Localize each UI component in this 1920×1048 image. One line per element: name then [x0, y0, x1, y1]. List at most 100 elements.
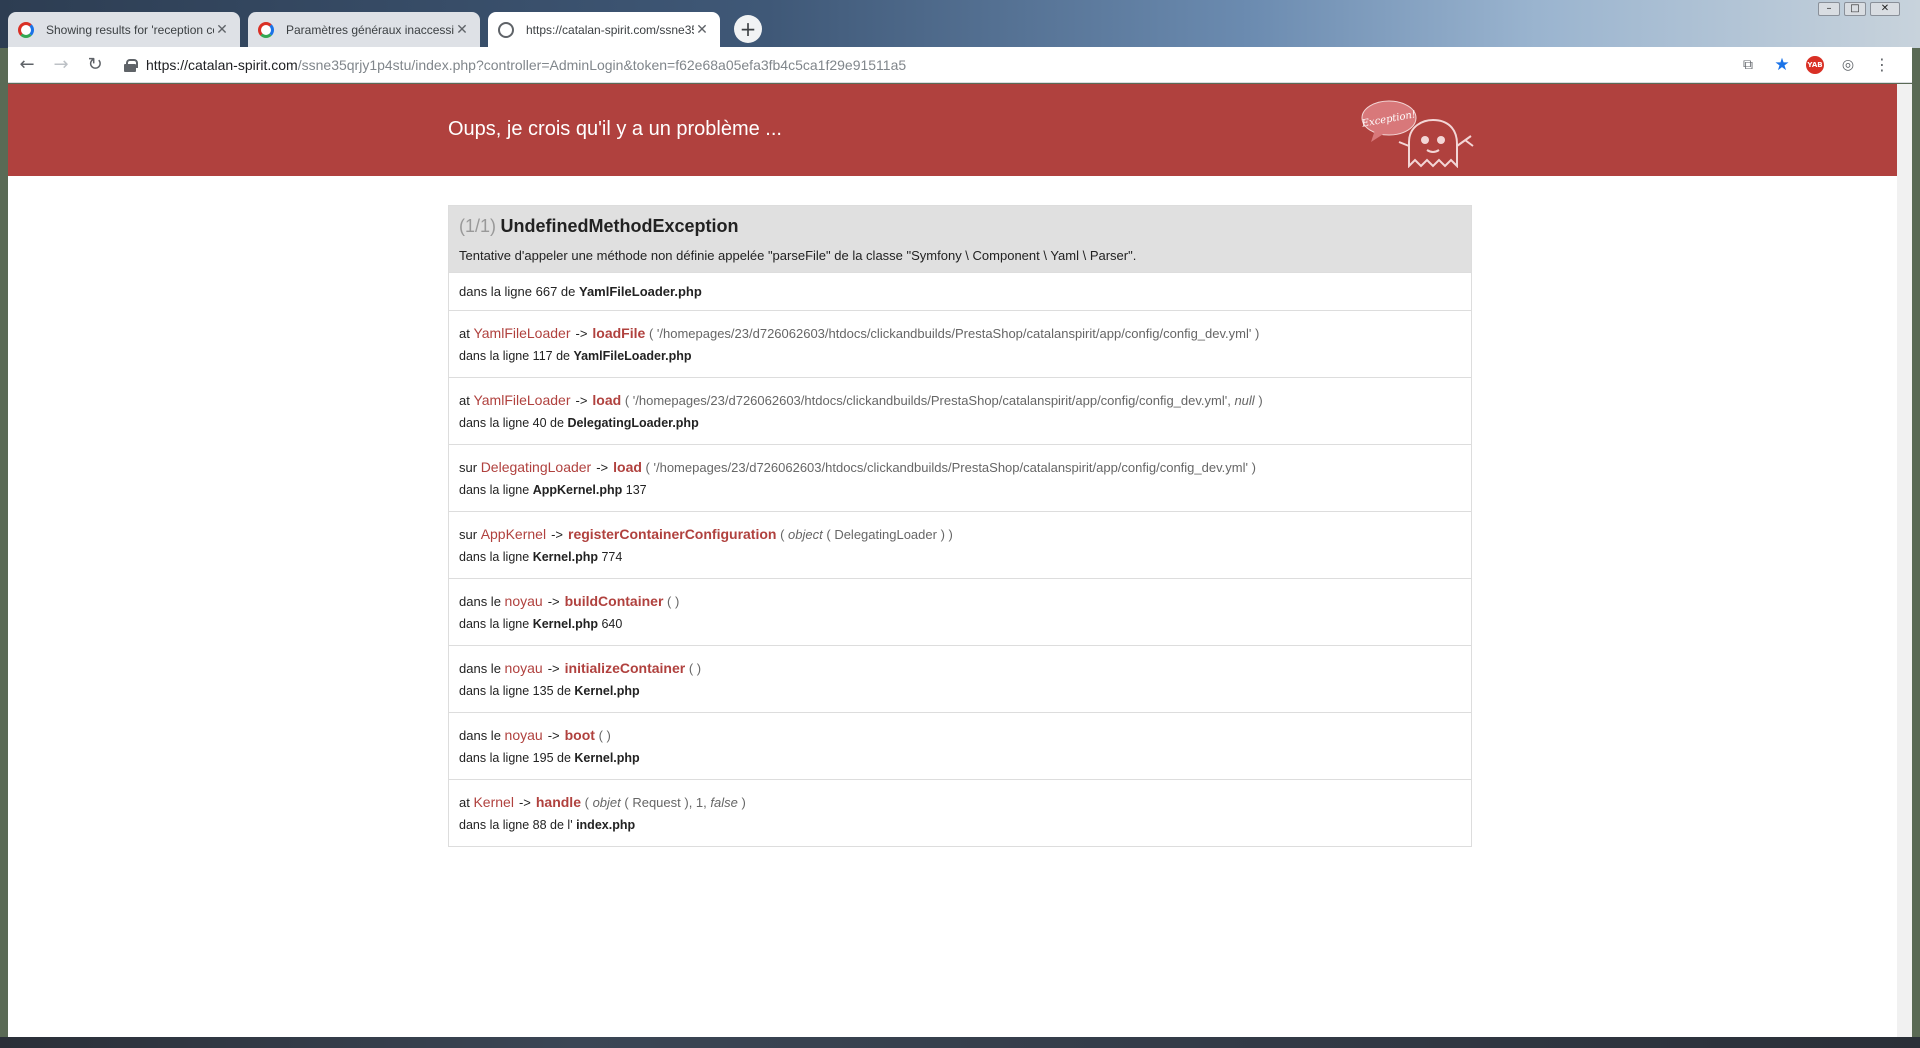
trace-line-text: dans la ligne	[459, 550, 530, 564]
tab-title: https://catalan-spirit.com/ssne35	[526, 22, 694, 37]
trace-file: DelegatingLoader.php	[567, 416, 699, 430]
trace-args-keyword: null	[1234, 393, 1255, 408]
trace-function: load	[592, 392, 622, 408]
trace-line-text: dans la ligne 195 de	[459, 751, 571, 765]
trace-arrow: ->	[547, 661, 560, 676]
trace-args: ( object ( DelegatingLoader ) )	[780, 527, 953, 542]
trace-class[interactable]: noyau	[505, 593, 543, 609]
trace-prefix: dans le	[459, 728, 501, 743]
trace-args-text: '/homepages/23/d726062603/htdocs/clickan…	[632, 393, 1231, 408]
trace-args-text: '/homepages/23/d726062603/htdocs/clickan…	[653, 460, 1248, 475]
trace-args-detail: ( Request ), 1,	[624, 795, 707, 810]
tab-close-icon[interactable]: ✕	[694, 22, 710, 38]
trace-line-text: dans la ligne 40 de	[459, 416, 564, 430]
trace-args: ( '/homepages/23/d726062603/htdocs/click…	[624, 393, 1263, 408]
trace-file: YamlFileLoader.php	[573, 349, 692, 363]
tab-1[interactable]: Paramètres généraux inaccessibl ✕	[248, 12, 480, 47]
tab-title: Paramètres généraux inaccessibl	[286, 22, 454, 37]
reload-icon[interactable]: ↻	[80, 50, 110, 80]
exception-message: Tentative d'appeler une méthode non défi…	[459, 248, 1137, 263]
trace-line-text: dans la ligne 88 de l'	[459, 818, 573, 832]
trace-arrow: ->	[596, 460, 609, 475]
trace-file: Kernel.php	[574, 684, 640, 698]
trace-line-number: 137	[625, 483, 647, 497]
tab-0[interactable]: Showing results for 'reception co ✕	[8, 12, 240, 47]
trace-args-type: objet	[592, 795, 621, 810]
trace-line-text: dans la ligne 135 de	[459, 684, 571, 698]
trace-file: Kernel.php	[532, 550, 598, 564]
tab-close-icon[interactable]: ✕	[214, 22, 230, 38]
trace-function: boot	[564, 727, 595, 743]
trace-args: ( )	[667, 594, 680, 609]
exception-panel: (1/1) UndefinedMethodException Tentative…	[448, 205, 1472, 847]
trace-line-text: dans la ligne	[459, 483, 530, 497]
trace-line-text: dans la ligne 667 de	[459, 284, 576, 299]
trace-args-keyword: false	[710, 795, 738, 810]
trace-arrow: ->	[551, 527, 563, 542]
profile-icon[interactable]: ◎	[1838, 55, 1858, 75]
trace-item: sur DelegatingLoader -> load ( '/homepages…	[449, 444, 1471, 511]
trace-class[interactable]: noyau	[505, 727, 543, 743]
globe-icon	[498, 21, 514, 38]
trace-item: at YamlFileLoader -> loadFile ( '/homepage…	[449, 310, 1471, 377]
trace-item: dans le noyau -> buildContainer ( ) dans la…	[449, 578, 1471, 645]
trace-function: registerContainerConfiguration	[568, 526, 777, 542]
new-tab-button[interactable]: +	[734, 15, 762, 43]
address-bar[interactable]: https://catalan-spirit.com/ssne35qrjy1p4…	[118, 51, 1738, 79]
trace-line-text: dans la ligne	[459, 617, 530, 631]
trace-args-detail: ( DelegatingLoader )	[826, 527, 945, 542]
trace-prefix: at	[459, 795, 470, 810]
trace-prefix: at	[459, 326, 470, 341]
exception-class: UndefinedMethodException	[500, 216, 739, 236]
trace-class[interactable]: AppKernel	[481, 526, 546, 542]
exception-header: (1/1) UndefinedMethodException Tentative…	[449, 206, 1471, 272]
trace-arrow: ->	[575, 393, 588, 408]
trace-class[interactable]: DelegatingLoader	[481, 459, 592, 475]
trace-class[interactable]: YamlFileLoader	[473, 325, 570, 341]
trace-function: load	[613, 459, 642, 475]
exception-counter: (1/1)	[459, 216, 497, 236]
forward-arrow-icon[interactable]: →	[46, 50, 76, 80]
stack-trace: dans la ligne 667 de YamlFileLoader.php …	[449, 272, 1471, 846]
trace-prefix: dans le	[459, 661, 501, 676]
toolbar-actions: ⧉ ★ YAB ◎ ⋮	[1738, 55, 1892, 75]
extension-icon[interactable]: YAB	[1806, 55, 1824, 74]
back-arrow-icon[interactable]: ←	[12, 50, 42, 80]
bookmark-star-icon[interactable]: ★	[1772, 55, 1792, 75]
trace-item: dans le noyau -> initializeContainer ( ) da…	[449, 645, 1471, 712]
tab-2[interactable]: https://catalan-spirit.com/ssne35 ✕	[488, 12, 720, 47]
page-viewport: Oups, je crois qu'il y a un problème ...…	[8, 84, 1912, 1037]
trace-args: ( '/homepages/23/d726062603/htdocs/click…	[645, 460, 1256, 475]
menu-dots-icon[interactable]: ⋮	[1872, 55, 1892, 75]
trace-line-number: 640	[601, 617, 623, 631]
trace-function: buildContainer	[564, 593, 664, 609]
trace-prefix: at	[459, 393, 470, 408]
trace-item: dans la ligne 667 de YamlFileLoader.php	[449, 272, 1471, 310]
trace-arrow: ->	[547, 594, 560, 609]
trace-item: at Kernel -> handle ( objet ( Request ), 1…	[449, 779, 1471, 846]
trace-line-text: dans la ligne 117 de	[459, 349, 570, 363]
trace-class[interactable]: Kernel	[473, 794, 513, 810]
trace-function: handle	[535, 794, 581, 810]
url-host: https://catalan-spirit.com	[146, 56, 298, 73]
translate-icon[interactable]: ⧉	[1738, 55, 1758, 75]
trace-file: AppKernel.php	[532, 483, 623, 497]
trace-file: Kernel.php	[574, 751, 640, 765]
page-scrollbar[interactable]	[1897, 84, 1912, 1037]
trace-class[interactable]: YamlFileLoader	[473, 392, 570, 408]
tab-favicon-icon	[18, 21, 34, 38]
trace-class[interactable]: noyau	[505, 660, 543, 676]
tab-favicon-icon	[258, 21, 274, 38]
banner-title: Oups, je crois qu'il y a un problème ...	[448, 118, 782, 140]
exception-ghost-logo: Exception!	[1361, 100, 1474, 168]
tab-close-icon[interactable]: ✕	[454, 22, 470, 38]
trace-function: loadFile	[592, 325, 646, 341]
trace-args: ( '/homepages/23/d726062603/htdocs/click…	[648, 326, 1260, 341]
trace-arrow: ->	[575, 326, 588, 341]
trace-arrow: ->	[518, 795, 531, 810]
trace-prefix: sur	[459, 527, 478, 542]
tab-title: Showing results for 'reception co	[46, 22, 214, 37]
trace-prefix: dans le	[459, 594, 501, 609]
trace-file: Kernel.php	[532, 617, 598, 631]
browser-toolbar: ← → ↻ https://catalan-spirit.com/ssne35q…	[8, 47, 1912, 83]
